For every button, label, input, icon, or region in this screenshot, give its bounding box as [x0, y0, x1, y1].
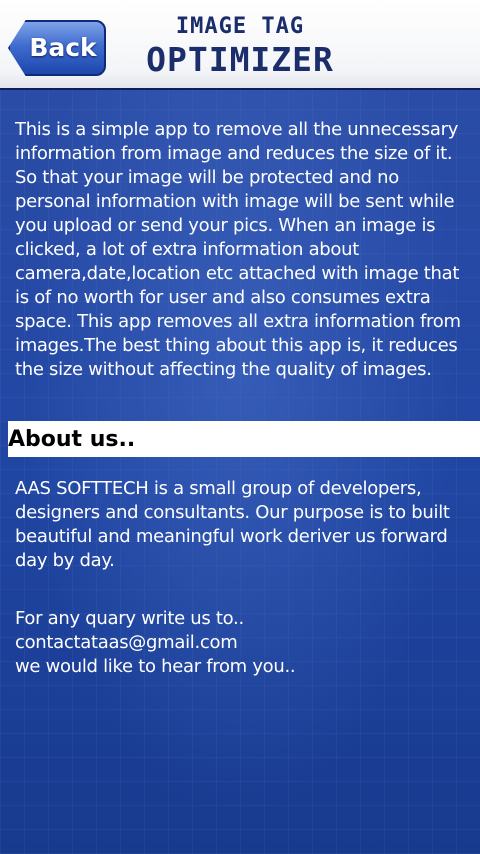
app-description: This is a simple app to remove all the u…	[15, 119, 461, 380]
about-us-heading: About us..	[8, 421, 480, 457]
contact-section: For any quary write us to.. contactataas…	[15, 607, 473, 679]
contact-prompt: For any quary write us to..	[15, 608, 244, 629]
contact-closing: we would like to hear from you..	[15, 656, 296, 677]
about-us-text: AAS SOFTTECH is a small group of develop…	[15, 478, 450, 571]
app-header: Back IMAGE TAG OPTIMIZER	[0, 0, 480, 90]
app-title-bottom: OPTIMIZER	[146, 40, 334, 79]
contact-email[interactable]: contactataas@gmail.com	[15, 631, 473, 655]
app-title-top: IMAGE TAG	[175, 14, 305, 39]
back-button[interactable]: Back	[8, 20, 106, 76]
